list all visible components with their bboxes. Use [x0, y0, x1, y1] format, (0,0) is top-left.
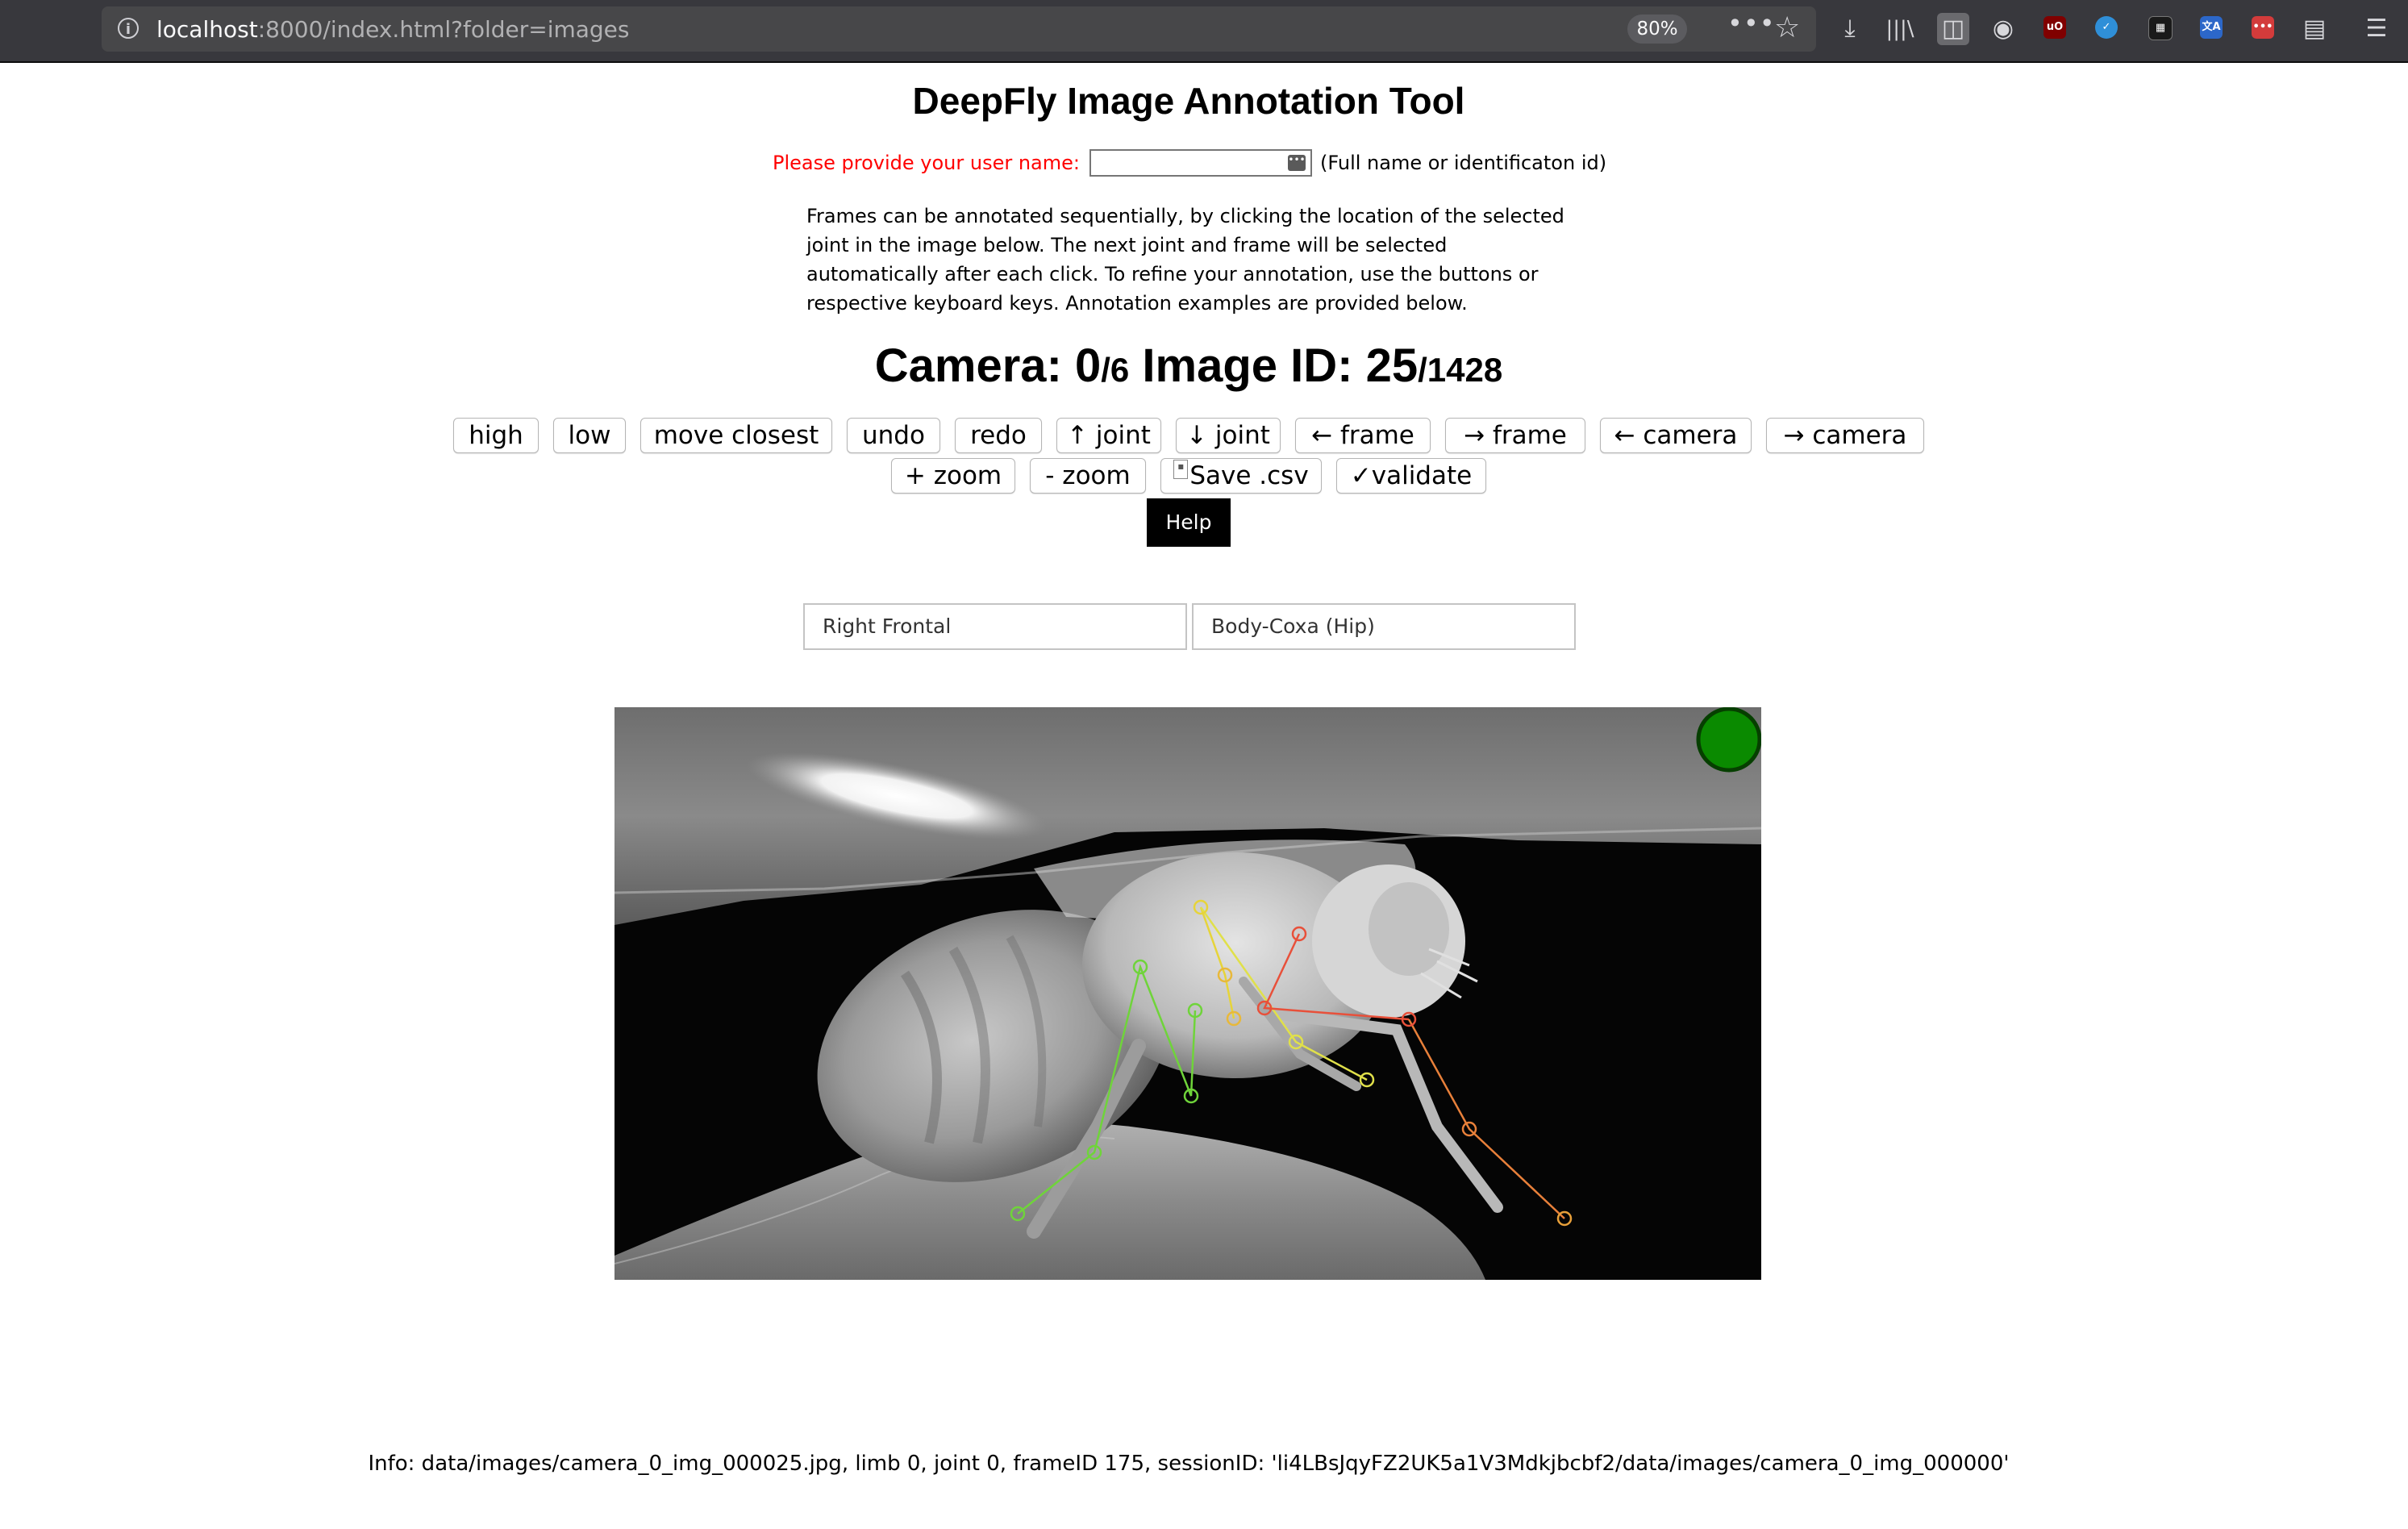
- user-name-field[interactable]: •••: [1089, 149, 1312, 177]
- toolbar-divider: [0, 61, 2408, 63]
- translate-icon[interactable]: 文A: [2200, 16, 2223, 39]
- camera-image-header: Camera: 0/6 Image ID: 25/1428: [874, 340, 1503, 392]
- limb-selector[interactable]: Right Frontal: [803, 603, 1187, 650]
- extension-red-icon[interactable]: •••: [2252, 16, 2274, 39]
- user-name-hint: (Full name or identificaton id): [1320, 152, 1607, 174]
- prev-joint-button[interactable]: ↑ joint: [1056, 418, 1161, 453]
- status-dot-icon: [1696, 707, 1761, 773]
- info-line: Info: data/images/camera_0_img_000025.jp…: [368, 1452, 2010, 1476]
- instructions-text: Frames can be annotated sequentially, by…: [806, 205, 1564, 315]
- extension-dark-icon[interactable]: ▦: [2148, 16, 2173, 40]
- joint-selector[interactable]: Body-Coxa (Hip): [1192, 603, 1576, 650]
- star-icon[interactable]: ☆: [1774, 11, 1800, 44]
- annotation-canvas[interactable]: [614, 707, 1761, 1280]
- next-frame-button[interactable]: → frame: [1445, 418, 1585, 453]
- low-button[interactable]: low: [553, 418, 626, 453]
- browser-toolbar: i localhost:8000/index.html?folder=image…: [0, 0, 2408, 61]
- high-button[interactable]: high: [453, 418, 539, 453]
- zoom-level[interactable]: 80%: [1627, 15, 1687, 44]
- extension-blue-icon[interactable]: ✓: [2095, 16, 2118, 39]
- camera-index: 0: [1075, 340, 1102, 392]
- page-right-edge: [2377, 63, 2408, 1529]
- prev-frame-button[interactable]: ← frame: [1295, 418, 1431, 453]
- sidebar-icon[interactable]: ◫: [1937, 13, 1969, 45]
- account-icon[interactable]: ◉: [1989, 13, 2018, 45]
- hamburger-menu-icon[interactable]: ☰: [2363, 13, 2390, 45]
- next-joint-button[interactable]: ↓ joint: [1176, 418, 1281, 453]
- validate-button[interactable]: ✓validate: [1336, 458, 1486, 494]
- reader-icon[interactable]: ▤: [2300, 13, 2329, 45]
- user-name-input[interactable]: [1091, 152, 1283, 175]
- camera-total: /6: [1101, 351, 1130, 389]
- image-total: /1428: [1418, 351, 1503, 389]
- ublock-icon[interactable]: uO: [2043, 16, 2066, 39]
- fly-image[interactable]: [614, 707, 1761, 1280]
- password-key-icon[interactable]: •••: [1288, 155, 1306, 171]
- user-name-row: Please provide your user name: ••• (Full…: [773, 147, 1606, 179]
- zoom-in-button[interactable]: + zoom: [891, 458, 1015, 494]
- next-camera-button[interactable]: → camera: [1766, 418, 1924, 453]
- navigation-buttons: high low move closest undo redo ↑ joint …: [0, 418, 2377, 453]
- image-index: 25: [1365, 340, 1419, 392]
- help-button[interactable]: Help: [1147, 498, 1231, 547]
- page-actions-menu-icon[interactable]: •••: [1727, 8, 1776, 39]
- library-icon[interactable]: |||\: [1885, 13, 1914, 45]
- user-name-label: Please provide your user name:: [773, 152, 1080, 174]
- undo-button[interactable]: undo: [847, 418, 940, 453]
- page-title: DeepFly Image Annotation Tool: [912, 80, 1465, 122]
- url-text[interactable]: localhost:8000/index.html?folder=images: [156, 16, 630, 43]
- prev-camera-button[interactable]: ← camera: [1600, 418, 1752, 453]
- zoom-out-button[interactable]: - zoom: [1030, 458, 1146, 494]
- address-bar[interactable]: i localhost:8000/index.html?folder=image…: [102, 6, 1816, 52]
- floppy-icon: ▪: [1173, 460, 1189, 479]
- action-buttons: + zoom - zoom ▪ Save .csv ✓validate: [0, 458, 2377, 494]
- save-csv-button[interactable]: ▪ Save .csv: [1160, 458, 1322, 494]
- download-icon[interactable]: ⤓: [1835, 13, 1864, 45]
- info-icon[interactable]: i: [118, 18, 139, 39]
- move-closest-button[interactable]: move closest: [640, 418, 832, 453]
- redo-button[interactable]: redo: [955, 418, 1042, 453]
